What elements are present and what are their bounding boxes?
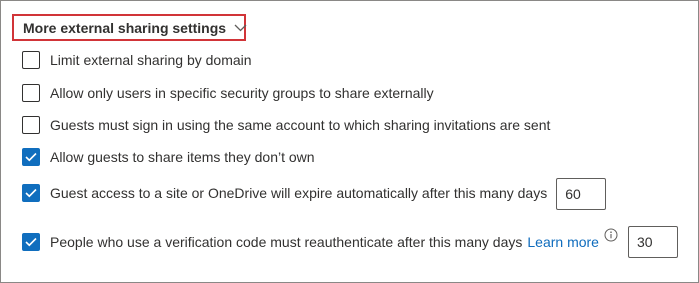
reauth-days-input[interactable]: 30 xyxy=(627,226,678,258)
same-account-signin-checkbox[interactable] xyxy=(22,116,40,134)
setting-label: People who use a verification code must … xyxy=(50,234,523,250)
setting-same-account-signin: Guests must sign in using the same accou… xyxy=(22,115,550,135)
verification-reauth-checkbox[interactable] xyxy=(22,233,40,251)
external-sharing-panel: More external sharing settings Limit ext… xyxy=(0,0,699,283)
setting-guest-access-expire: Guest access to a site or OneDrive will … xyxy=(22,178,607,210)
limit-by-domain-checkbox[interactable] xyxy=(22,51,40,69)
section-title: More external sharing settings xyxy=(23,19,227,36)
checkmark-icon xyxy=(25,188,37,198)
setting-security-groups: Allow only users in specific security gr… xyxy=(22,83,434,103)
setting-label: Allow guests to share items they don’t o… xyxy=(50,149,315,165)
setting-limit-by-domain: Limit external sharing by domain xyxy=(22,50,252,70)
learn-more-link[interactable]: Learn more xyxy=(527,234,599,250)
checkmark-icon xyxy=(25,237,37,247)
more-external-sharing-settings-toggle[interactable]: More external sharing settings xyxy=(12,14,247,41)
checkmark-icon xyxy=(25,152,37,162)
guests-share-items-checkbox[interactable] xyxy=(22,148,40,166)
setting-guests-share-items: Allow guests to share items they don’t o… xyxy=(22,147,315,167)
setting-label: Guests must sign in using the same accou… xyxy=(50,117,551,133)
guest-expire-days-input[interactable]: 60 xyxy=(556,178,607,210)
chevron-down-icon xyxy=(234,21,247,34)
setting-label: Guest access to a site or OneDrive will … xyxy=(50,185,548,201)
setting-verification-reauth: People who use a verification code must … xyxy=(22,226,678,258)
guest-access-expire-checkbox[interactable] xyxy=(22,184,40,202)
info-icon[interactable] xyxy=(604,228,618,242)
setting-label: Allow only users in specific security gr… xyxy=(50,85,434,101)
security-groups-checkbox[interactable] xyxy=(22,84,40,102)
setting-label: Limit external sharing by domain xyxy=(50,52,252,68)
